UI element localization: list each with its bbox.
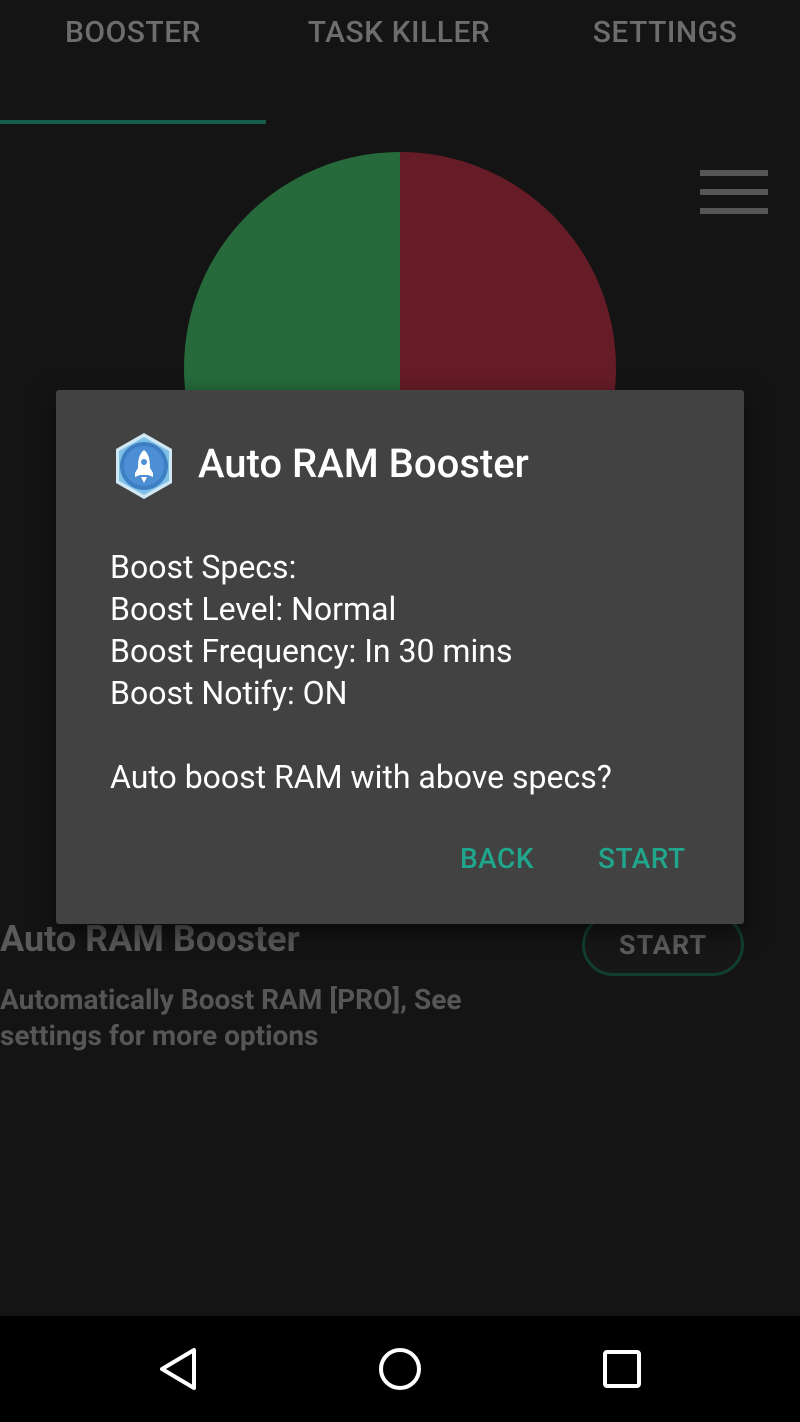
system-navigation-bar bbox=[0, 1316, 800, 1422]
auto-ram-booster-dialog: Auto RAM Booster Boost Specs: Boost Leve… bbox=[56, 390, 744, 924]
dialog-specs-heading: Boost Specs: bbox=[110, 548, 297, 586]
back-triangle-icon[interactable] bbox=[154, 1344, 204, 1394]
dialog-start-button[interactable]: START bbox=[598, 842, 686, 875]
home-circle-icon[interactable] bbox=[375, 1344, 425, 1394]
screen: BOOSTER TASK KILLER SETTINGS Auto RAM Bo… bbox=[0, 0, 800, 1422]
dialog-title: Auto RAM Booster bbox=[198, 440, 529, 487]
dialog-boost-notify: Boost Notify: ON bbox=[110, 674, 348, 712]
dialog-question: Auto boost RAM with above specs? bbox=[110, 758, 612, 796]
dialog-boost-frequency: Boost Frequency: In 30 mins bbox=[110, 632, 513, 670]
recents-square-icon[interactable] bbox=[597, 1344, 647, 1394]
dialog-body: Boost Specs: Boost Level: Normal Boost F… bbox=[110, 546, 720, 798]
dialog-back-button[interactable]: BACK bbox=[460, 842, 534, 875]
dialog-boost-level: Boost Level: Normal bbox=[110, 590, 397, 628]
rocket-icon bbox=[116, 433, 172, 499]
